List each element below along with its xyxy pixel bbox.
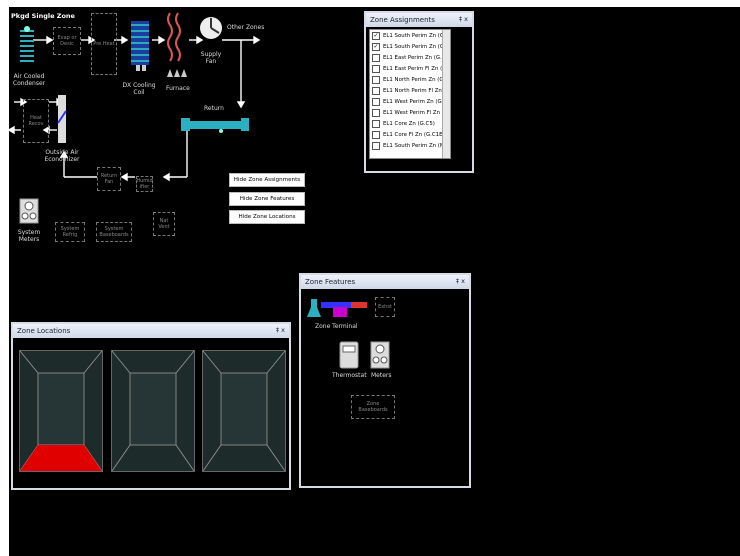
heat-recovery-box[interactable]: Heat Recov <box>23 99 49 143</box>
zone-locations-panel: Zone Locations ‡ x <box>11 322 291 490</box>
zone-assignment-label: EL1 West Perim Zn (G.W <box>383 98 449 105</box>
zone-assignment-item[interactable]: EL1 East Perim Fl Zn (G <box>370 63 450 74</box>
return-label: Return <box>204 105 224 112</box>
thermostat-label: Thermostat <box>332 372 367 379</box>
zone-terminal-icon[interactable] <box>307 295 371 321</box>
zone-assignment-item[interactable]: ✓ EL1 South Perim Zn (G <box>370 30 450 41</box>
zone-features-pin-close[interactable]: ‡ x <box>456 277 465 285</box>
zone-assignments-title: Zone Assignments <box>370 16 435 24</box>
zone-location-2[interactable] <box>111 350 195 472</box>
window-frame: Pkgd Single Zone Air Cooled Condenser Ev… <box>0 0 740 556</box>
zone-assignment-item[interactable]: ✓ EL1 South Perim Zn (G <box>370 41 450 52</box>
zone-assignment-label: EL1 Core Fl Zn (G.C1E) <box>383 131 445 138</box>
furnace-icon[interactable] <box>164 11 188 81</box>
zone-assignments-scrollbar[interactable] <box>442 30 450 158</box>
zone-assignment-checkbox[interactable] <box>372 119 380 128</box>
zone-assignment-checkbox[interactable]: ✓ <box>372 31 380 40</box>
zone-assignment-checkbox[interactable] <box>372 75 380 84</box>
zone-assignment-label: EL1 North Perim Zn (G. <box>383 76 446 83</box>
supply-fan-label: Supply Fan <box>200 51 222 65</box>
zone-assignment-checkbox[interactable] <box>372 141 380 150</box>
zone-assignment-item[interactable]: EL1 Core Zn (G.C5) <box>370 118 450 129</box>
condenser-label: Air Cooled Condenser <box>12 73 46 87</box>
zone-assignment-label: EL1 West Perim Fl Zn (G <box>383 109 448 116</box>
zone-assignment-checkbox[interactable] <box>372 108 380 117</box>
zone-assignment-item[interactable]: EL1 West Perim Fl Zn (G <box>370 107 450 118</box>
thermostat-icon[interactable] <box>339 341 359 369</box>
return-fan-box[interactable]: Return Fan <box>97 167 121 191</box>
zone-features-panel: Zone Features ‡ x Zone Terminal Exhst Th… <box>299 273 471 488</box>
zone-location-1[interactable] <box>19 350 103 472</box>
dx-cooling-coil-icon[interactable] <box>127 15 153 77</box>
furnace-label: Furnace <box>166 85 190 92</box>
air-cooled-condenser-icon[interactable] <box>17 25 37 67</box>
system-meters-label: System Meters <box>17 229 41 243</box>
system-baseboards-box[interactable]: System Baseboards <box>96 222 132 242</box>
outside-air-economizer-icon[interactable] <box>55 93 69 145</box>
economizer-label: Outside Air Economizer <box>44 149 80 163</box>
zone-assignment-item[interactable]: EL1 North Perim Zn (G. <box>370 74 450 85</box>
zone-terminal-label: Zone Terminal <box>315 323 358 330</box>
zone-features-titlebar[interactable]: Zone Features ‡ x <box>301 275 469 289</box>
zone-assignment-checkbox[interactable] <box>372 130 380 139</box>
zone-locations-pin-close[interactable]: ‡ x <box>276 326 285 334</box>
hvac-canvas: Pkgd Single Zone Air Cooled Condenser Ev… <box>9 7 740 556</box>
zone-locations-titlebar[interactable]: Zone Locations ‡ x <box>13 324 289 338</box>
hide-zone-locations-button[interactable]: Hide Zone Locations <box>229 210 305 224</box>
zone-assignment-label: EL1 Core Zn (G.C5) <box>383 120 435 127</box>
zone-baseboards-box[interactable]: Zone Baseboards <box>351 395 395 419</box>
hide-zone-assignments-button[interactable]: Hide Zone Assignments <box>229 173 305 187</box>
zone-assignment-label: EL1 South Perim Zn (G <box>383 43 445 50</box>
system-refrig-box[interactable]: System Refrig <box>55 222 85 242</box>
zone-assignment-checkbox[interactable] <box>372 53 380 62</box>
zone-assignment-item[interactable]: EL1 South Perim Zn (M. <box>370 140 450 151</box>
other-zones-label: Other Zones <box>227 24 265 31</box>
zone-assignment-checkbox[interactable] <box>372 97 380 106</box>
meters-label: Meters <box>371 372 392 379</box>
supply-fan-icon[interactable] <box>199 15 223 43</box>
zone-features-title: Zone Features <box>305 278 356 286</box>
zone-location-3[interactable] <box>202 350 286 472</box>
zone-assignment-item[interactable]: EL1 West Perim Zn (G.W <box>370 96 450 107</box>
zone-assignment-item[interactable]: EL1 North Perim Fl Zn ( <box>370 85 450 96</box>
meters-icon[interactable] <box>370 341 390 369</box>
zone-assignments-titlebar[interactable]: Zone Assignments ‡ x <box>366 13 472 27</box>
humidifier-box[interactable]: Humid ifier <box>136 176 153 192</box>
zone-assignment-label: EL1 South Perim Zn (M. <box>383 142 447 149</box>
zone-assignment-label: EL1 South Perim Zn (G <box>383 32 445 39</box>
preheat-box[interactable]: Pre Heat <box>91 13 117 75</box>
evap-desic-box[interactable]: Evap or Desic <box>53 27 81 55</box>
hide-zone-features-button[interactable]: Hide Zone Features <box>229 192 305 206</box>
dx-cooling-coil-label: DX Cooling Coil <box>122 82 156 96</box>
zone-assignment-checkbox[interactable] <box>372 86 380 95</box>
zone-assignment-label: EL1 East Perim Zn (G.E <box>383 54 446 61</box>
zone-locations-title: Zone Locations <box>17 327 71 335</box>
system-meters-icon[interactable] <box>19 198 39 224</box>
zone-assignments-panel: Zone Assignments ‡ x ✓ EL1 South Perim Zn… <box>364 11 474 173</box>
return-duct-icon[interactable] <box>179 113 253 135</box>
zone-assignments-pin-close[interactable]: ‡ x <box>459 15 468 23</box>
zone-assignment-checkbox[interactable]: ✓ <box>372 42 380 51</box>
zone-assignments-list[interactable]: ✓ EL1 South Perim Zn (G ✓ EL1 South Perim Z… <box>369 29 451 159</box>
nat-vent-box[interactable]: Nat Vent <box>153 212 175 236</box>
zone-assignment-item[interactable]: EL1 East Perim Zn (G.E <box>370 52 450 63</box>
zone-assignment-item[interactable]: EL1 Core Fl Zn (G.C1E) <box>370 129 450 140</box>
zone-assignment-label: EL1 North Perim Fl Zn ( <box>383 87 446 94</box>
zone-assignment-checkbox[interactable] <box>372 64 380 73</box>
exhaust-box[interactable]: Exhst <box>375 297 395 317</box>
zone-assignment-label: EL1 East Perim Fl Zn (G <box>383 65 447 72</box>
